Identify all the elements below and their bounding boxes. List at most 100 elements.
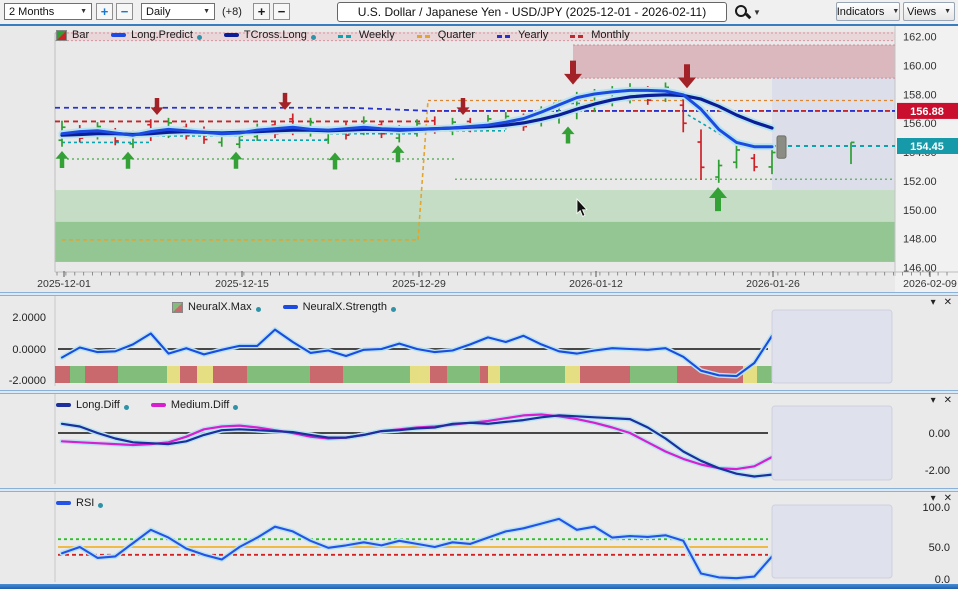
- legend-label: Yearly: [518, 29, 548, 41]
- settings-dot-icon[interactable]: [256, 307, 261, 312]
- range-increase-button[interactable]: +: [96, 3, 113, 20]
- chevron-down-icon: ▼: [753, 8, 761, 17]
- svg-text:162.00: 162.00: [903, 32, 937, 44]
- add-bars-button[interactable]: +: [253, 3, 270, 20]
- line-swatch-icon: [111, 33, 126, 37]
- legend-item-monthly[interactable]: Monthly: [570, 29, 630, 41]
- close-panel-button[interactable]: ✕: [944, 297, 952, 308]
- legend-item-weekly[interactable]: Weekly: [338, 29, 395, 41]
- rsi-panel: 100.050.00.0 RSI ▾ ✕: [0, 492, 958, 584]
- views-button[interactable]: Views ▼: [903, 2, 955, 21]
- legend-item-neuralx-strength[interactable]: NeuralX.Strength: [283, 301, 396, 313]
- legend-item-neuralx-max[interactable]: NeuralX.Max: [172, 301, 261, 313]
- svg-text:2025-12-29: 2025-12-29: [392, 278, 446, 290]
- interval-select[interactable]: Daily ▼: [141, 3, 215, 20]
- remove-bars-button[interactable]: −: [273, 3, 290, 20]
- collapse-panel-button[interactable]: ▾: [931, 297, 936, 308]
- legend-item-long-predict[interactable]: Long.Predict: [111, 29, 202, 41]
- price-chart-panel: 162.00160.00158.00156.00154.00152.00150.…: [0, 26, 958, 292]
- search-button[interactable]: ▼: [735, 5, 765, 20]
- window-bottom-edge: [0, 584, 958, 589]
- rsi-line: [62, 519, 772, 578]
- interval-select-value: Daily: [146, 6, 170, 18]
- indicators-button[interactable]: Indicators ▼: [836, 2, 900, 21]
- svg-text:2026-02-09: 2026-02-09: [903, 278, 957, 290]
- settings-dot-icon[interactable]: [197, 35, 202, 40]
- chevron-down-icon: ▼: [80, 8, 87, 15]
- legend-item-long-diff[interactable]: Long.Diff: [56, 399, 129, 411]
- svg-text:160.00: 160.00: [903, 60, 937, 72]
- future-zone: [772, 310, 892, 383]
- legend-label: Medium.Diff: [171, 399, 229, 411]
- svg-text:0.0: 0.0: [935, 574, 950, 584]
- price-chart[interactable]: 162.00160.00158.00156.00154.00152.00150.…: [0, 26, 958, 292]
- neuralx-chart[interactable]: 2.00000.0000-2.0000: [0, 296, 958, 390]
- svg-text:156.00: 156.00: [903, 118, 937, 130]
- svg-text:0.0000: 0.0000: [12, 344, 46, 356]
- legend-item-bar[interactable]: Bar: [56, 29, 89, 41]
- rsi-chart[interactable]: 100.050.00.0: [0, 492, 958, 584]
- legend-label: NeuralX.Max: [188, 301, 252, 313]
- scroll-drag-handle[interactable]: [777, 136, 786, 158]
- chevron-down-icon: ▼: [203, 8, 210, 15]
- range-decrease-button[interactable]: −: [116, 3, 133, 20]
- legend-label: Monthly: [591, 29, 630, 41]
- dash-swatch-icon: [497, 29, 513, 41]
- neuralx-legend: NeuralX.Max NeuralX.Strength: [172, 300, 418, 314]
- line-swatch-icon: [151, 403, 166, 407]
- search-icon: [735, 5, 747, 17]
- diff-panel: 0.00 -2.00 Long.Diff Medium.Diff ▾ ✕: [0, 394, 958, 488]
- charting-application: 2 Months ▼ + − Daily ▼ (+8) + − U.S. Dol…: [0, 0, 958, 589]
- legend-item-quarter[interactable]: Quarter: [417, 29, 475, 41]
- bars-offset-label: (+8): [222, 6, 242, 18]
- dash-swatch-icon: [338, 29, 354, 41]
- legend-item-tcross-long[interactable]: TCross.Long: [224, 29, 316, 41]
- close-panel-button[interactable]: ✕: [944, 493, 952, 504]
- settings-dot-icon[interactable]: [124, 405, 129, 410]
- symbol-title[interactable]: U.S. Dollar / Japanese Yen - USD/JPY (20…: [337, 2, 727, 22]
- svg-text:146.00: 146.00: [903, 263, 937, 275]
- svg-text:-2.00: -2.00: [925, 465, 950, 477]
- legend-item-yearly[interactable]: Yearly: [497, 29, 548, 41]
- settings-dot-icon[interactable]: [311, 35, 316, 40]
- neuralx-max-strip: [55, 366, 772, 383]
- neuralx-panel: 2.00000.0000-2.0000 NeuralX.MaxNeuralX.S…: [0, 296, 958, 390]
- collapse-panel-button[interactable]: ▾: [931, 395, 936, 406]
- line-swatch-icon: [56, 403, 71, 407]
- svg-text:152.00: 152.00: [903, 176, 937, 188]
- svg-text:150.00: 150.00: [903, 205, 937, 217]
- svg-text:0.00: 0.00: [929, 428, 950, 440]
- diff-legend: Long.Diff Medium.Diff: [56, 398, 260, 412]
- legend-label: RSI: [76, 497, 94, 509]
- chevron-down-icon: ▼: [892, 8, 899, 15]
- legend-item-rsi[interactable]: RSI: [56, 497, 103, 509]
- range-select[interactable]: 2 Months ▼: [4, 3, 92, 20]
- legend-label: Long.Predict: [131, 29, 193, 41]
- svg-text:50.0: 50.0: [929, 542, 950, 554]
- settings-dot-icon[interactable]: [391, 307, 396, 312]
- svg-text:148.00: 148.00: [903, 234, 937, 246]
- legend-label: NeuralX.Strength: [303, 301, 387, 313]
- settings-dot-icon[interactable]: [98, 503, 103, 508]
- diff-lines: [62, 415, 772, 477]
- legend-label: Long.Diff: [76, 399, 120, 411]
- svg-text:2026-01-12: 2026-01-12: [569, 278, 623, 290]
- svg-text:156.88: 156.88: [910, 106, 944, 118]
- legend-label: Bar: [72, 29, 89, 41]
- collapse-panel-button[interactable]: ▾: [931, 493, 936, 504]
- close-panel-button[interactable]: ✕: [944, 395, 952, 406]
- chevron-down-icon: ▼: [944, 8, 951, 15]
- svg-text:2026-01-26: 2026-01-26: [746, 278, 800, 290]
- legend-item-medium-diff[interactable]: Medium.Diff: [151, 399, 238, 411]
- range-select-value: 2 Months: [9, 6, 54, 18]
- future-zone: [772, 406, 892, 480]
- svg-text:2025-12-15: 2025-12-15: [215, 278, 269, 290]
- rsi-axis-labels: 100.050.00.0: [922, 502, 950, 584]
- legend-label: Quarter: [438, 29, 475, 41]
- settings-dot-icon[interactable]: [233, 405, 238, 410]
- neuralx-axis-labels: 2.00000.0000-2.0000: [9, 312, 46, 387]
- dash-swatch-icon: [417, 29, 433, 41]
- svg-text:-2.0000: -2.0000: [9, 375, 46, 387]
- line-swatch-icon: [283, 305, 298, 309]
- svg-text:2025-12-01: 2025-12-01: [37, 278, 91, 290]
